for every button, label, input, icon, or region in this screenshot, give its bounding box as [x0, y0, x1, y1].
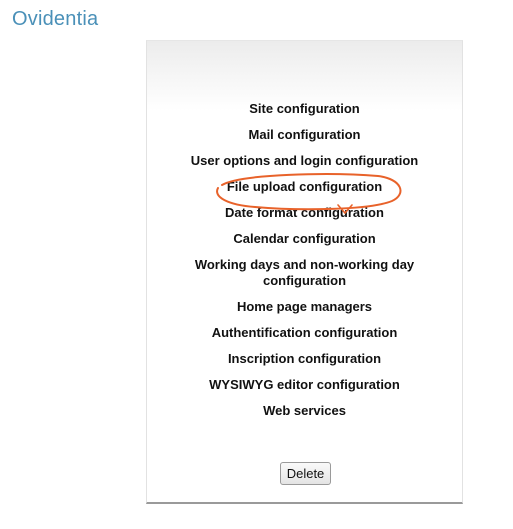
brand-logo-text[interactable]: Ovidentia: [12, 8, 98, 31]
menu-item-web-services[interactable]: Web services: [147, 403, 462, 419]
menu-item-calendar-configuration[interactable]: Calendar configuration: [147, 231, 462, 247]
admin-panel: Site configuration Mail configuration Us…: [146, 40, 463, 504]
menu-item-date-format-configuration[interactable]: Date format configuration: [147, 205, 462, 221]
menu-item-wysiwyg-editor-configuration[interactable]: WYSIWYG editor configuration: [147, 377, 462, 393]
configuration-menu: Site configuration Mail configuration Us…: [147, 101, 462, 429]
menu-item-user-options-login[interactable]: User options and login configuration: [147, 153, 462, 169]
menu-item-mail-configuration[interactable]: Mail configuration: [147, 127, 462, 143]
menu-item-file-upload-configuration[interactable]: File upload configuration: [147, 179, 462, 195]
menu-item-site-configuration[interactable]: Site configuration: [147, 101, 462, 117]
menu-item-inscription-configuration[interactable]: Inscription configuration: [147, 351, 462, 367]
delete-button[interactable]: Delete: [280, 462, 331, 485]
menu-item-authentification-configuration[interactable]: Authentification configuration: [147, 325, 462, 341]
menu-item-working-days-configuration[interactable]: Working days and non-working day configu…: [147, 257, 462, 289]
menu-item-home-page-managers[interactable]: Home page managers: [147, 299, 462, 315]
